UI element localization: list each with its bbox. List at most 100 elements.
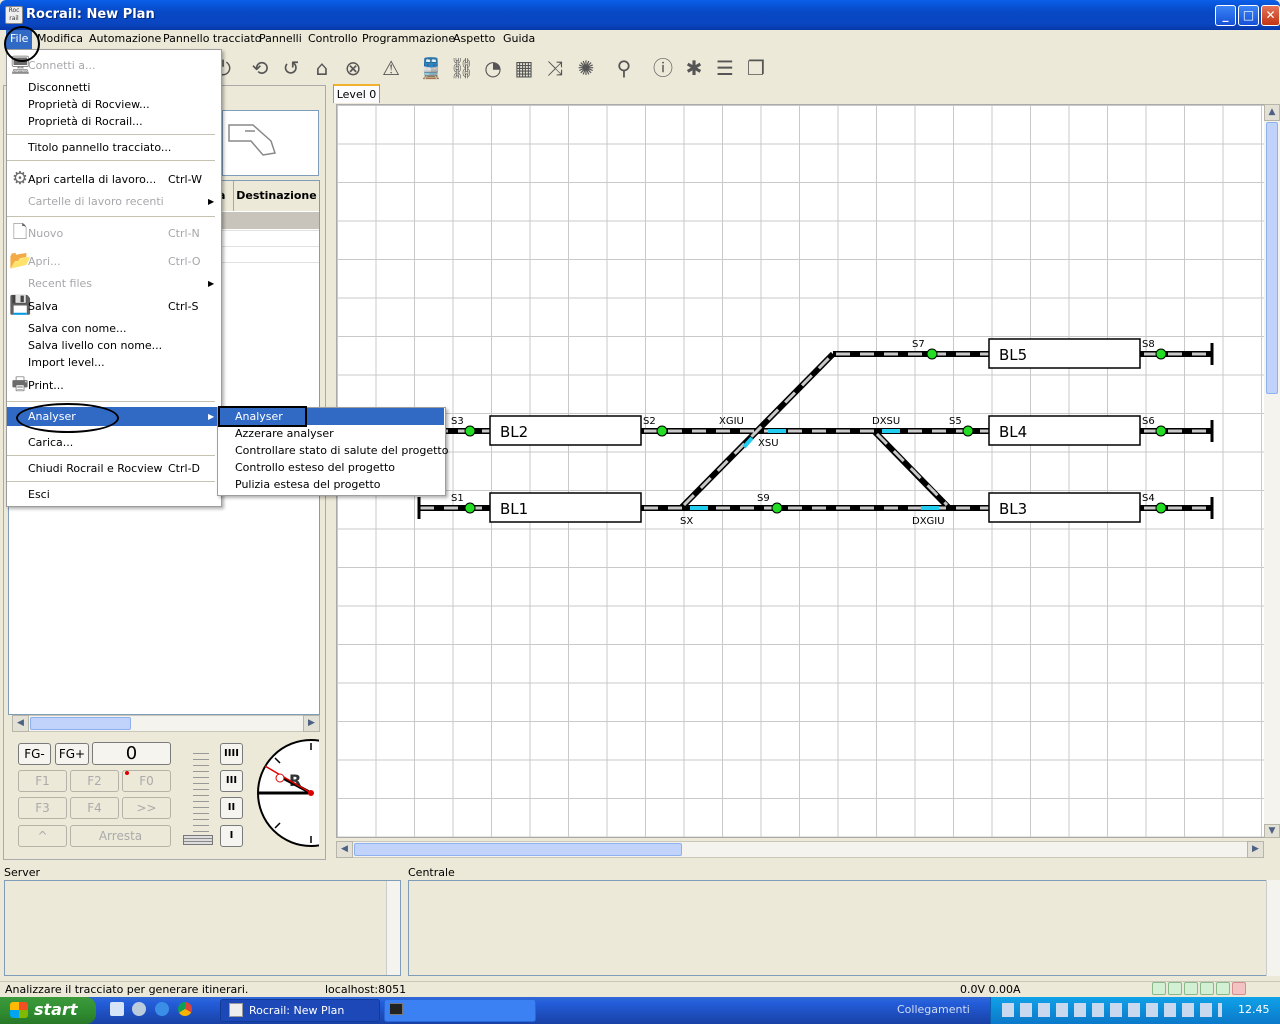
block-label-bl3: BL3	[999, 500, 1027, 518]
pages-icon[interactable]: ❐	[743, 55, 769, 81]
submenu-pulizia-estesa[interactable]: Pulizia estesa del progetto	[235, 476, 381, 493]
direction-button[interactable]: ^	[18, 825, 67, 847]
scroll-thumb[interactable]	[30, 717, 131, 730]
info-icon[interactable]: ⓘ	[650, 55, 676, 81]
scroll-down-icon[interactable]: ▼	[1264, 824, 1280, 838]
browser-icon[interactable]	[155, 1002, 169, 1016]
wagon-icon[interactable]: ⛓	[449, 55, 475, 81]
desktop-icon[interactable]	[110, 1002, 124, 1016]
menu-nuovo[interactable]: Nuovo	[28, 225, 63, 242]
menu-salva-con-nome[interactable]: Salva con nome...	[28, 320, 126, 337]
menu-automazione[interactable]: Automazione	[85, 30, 165, 49]
slider-handle[interactable]	[183, 835, 213, 845]
tab-level-0[interactable]: Level 0	[333, 84, 380, 103]
menu-chiudi[interactable]: Chiudi Rocrail e Rocview	[28, 460, 163, 477]
shuffle-icon[interactable]: ⤨	[542, 55, 568, 81]
menu-carica[interactable]: Carica...	[28, 434, 73, 451]
menu-cartelle-recenti[interactable]: Cartelle di lavoro recenti	[28, 193, 164, 210]
menu-modifica[interactable]: Modifica	[33, 30, 87, 49]
bug-icon[interactable]: ✱	[681, 55, 707, 81]
taskbar-clock[interactable]: 12.45	[1238, 1003, 1270, 1016]
scroll-right-icon[interactable]: ▶	[303, 715, 320, 732]
annotation-circle-file	[4, 26, 40, 62]
menu-pannelli[interactable]: Pannelli	[255, 30, 306, 49]
menu-print[interactable]: Print...	[28, 377, 64, 394]
submenu-azzerare[interactable]: Azzerare analyser	[235, 425, 334, 442]
scroll-right-icon[interactable]: ▶	[1247, 841, 1264, 858]
signal-label-s1: S1	[451, 493, 464, 504]
minimize-button[interactable]: _	[1215, 5, 1236, 26]
server-log-scrollbar[interactable]	[386, 881, 400, 975]
gear-3-button[interactable]: III	[220, 770, 243, 792]
document-icon[interactable]: ☰	[712, 55, 738, 81]
menu-salva-livello[interactable]: Salva livello con nome...	[28, 337, 162, 354]
close-button[interactable]: ✕	[1261, 5, 1280, 26]
gear-2-button[interactable]: II	[220, 797, 243, 819]
menu-recent-files[interactable]: Recent files	[28, 275, 92, 292]
scroll-up-icon[interactable]: ▲	[1264, 104, 1280, 121]
menu-aspetto[interactable]: Aspetto	[449, 30, 499, 49]
menu-connetti[interactable]: Connetti a...	[28, 57, 96, 74]
menu-import-level[interactable]: Import level...	[28, 354, 105, 371]
taskbar-task-rocrail[interactable]: Rocrail: New Plan	[220, 999, 380, 1022]
speed-slider[interactable]	[193, 748, 209, 840]
modules-icon[interactable]: ▦	[511, 55, 537, 81]
f1-button[interactable]: F1	[18, 770, 67, 792]
menu-proprieta-rocview[interactable]: Proprietà di Rocview...	[28, 96, 150, 113]
rocrail-app-icon[interactable]: Roc rail	[5, 6, 23, 24]
links-toolbar[interactable]: Collegamenti	[897, 1003, 970, 1016]
fg-minus-button[interactable]: FG-	[18, 743, 51, 765]
menu-salva[interactable]: Salva	[28, 298, 58, 315]
home-icon[interactable]: ⌂	[309, 55, 335, 81]
search-icon[interactable]: ⚲	[611, 55, 637, 81]
menu-apri[interactable]: Apri...	[28, 253, 61, 270]
centrale-log[interactable]	[408, 880, 1268, 976]
taskbar-task-label: Rocrail: New Plan	[249, 1004, 345, 1017]
undo-icon[interactable]: ↺	[278, 55, 304, 81]
scroll-left-icon[interactable]: ◀	[336, 841, 353, 858]
hscroll-thumb[interactable]	[354, 843, 682, 856]
f4-button[interactable]: F4	[70, 797, 119, 819]
menu-controllo[interactable]: Controllo	[304, 30, 362, 49]
cancel-icon[interactable]: ⊗	[340, 55, 366, 81]
signal-label-s2: S2	[643, 416, 656, 427]
media-player-icon[interactable]	[132, 1002, 146, 1016]
gear-1-button[interactable]: I	[220, 825, 243, 847]
maximize-button[interactable]: □	[1238, 5, 1259, 26]
train-icon[interactable]: 🚆	[418, 55, 444, 81]
row-divider	[218, 230, 319, 231]
menu-separator	[7, 455, 215, 456]
gear-4-button[interactable]: IIII	[220, 743, 243, 765]
centrale-log-scrollbar[interactable]	[1266, 880, 1280, 976]
speedometer-icon[interactable]: ◔	[480, 55, 506, 81]
f2-button[interactable]: F2	[70, 770, 119, 792]
next-functions-button[interactable]: >>	[122, 797, 171, 819]
menu-apri-cartella[interactable]: Apri cartella di lavoro...	[28, 171, 156, 188]
server-log[interactable]	[4, 880, 401, 976]
menu-esci[interactable]: Esci	[28, 486, 50, 503]
scroll-left-icon[interactable]: ◀	[12, 715, 29, 732]
table-row-selected[interactable]	[218, 212, 319, 229]
f0-button[interactable]: F0	[122, 770, 171, 792]
submenu-controllo-esteso[interactable]: Controllo esteso del progetto	[235, 459, 395, 476]
taskbar-task-console[interactable]	[384, 999, 536, 1022]
submenu-controllare-salute[interactable]: Controllare stato di salute del progetto	[235, 442, 448, 459]
menu-disconnetti[interactable]: Disconnetti	[28, 79, 90, 96]
sync-icon[interactable]: ⟲	[247, 55, 273, 81]
signal-label-s7: S7	[912, 339, 925, 350]
menu-pannello-tracciato[interactable]: Pannello tracciato	[159, 30, 265, 49]
menu-guida[interactable]: Guida	[499, 30, 539, 49]
warning-icon[interactable]: ⚠	[378, 55, 404, 81]
tray-icons[interactable]	[1002, 1003, 1222, 1017]
vscroll-thumb[interactable]	[1266, 122, 1278, 394]
light-icon[interactable]: ✺	[573, 55, 599, 81]
menu-proprieta-rocrail[interactable]: Proprietà di Rocrail...	[28, 113, 143, 130]
menu-titolo-pannello[interactable]: Titolo pannello tracciato...	[28, 139, 171, 156]
table-header-destination[interactable]: Destinazione	[233, 181, 319, 211]
fg-plus-button[interactable]: FG+	[55, 743, 89, 765]
chrome-icon[interactable]	[178, 1002, 192, 1016]
loco-image[interactable]	[222, 110, 319, 176]
menu-programmazione[interactable]: Programmazione	[358, 30, 459, 49]
f3-button[interactable]: F3	[18, 797, 67, 819]
stop-button[interactable]: Arresta	[70, 825, 171, 847]
